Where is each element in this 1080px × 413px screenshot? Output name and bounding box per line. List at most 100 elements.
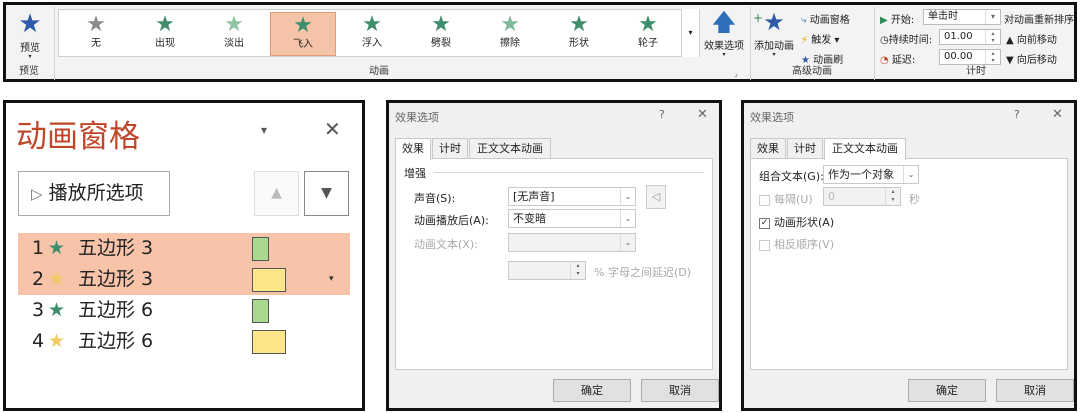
item-name: 五边形 3 — [78, 268, 154, 290]
move-down-button[interactable]: ▼ — [304, 171, 349, 216]
effect-options-dialog-text: 效果选项 ? ✕ 效果 计时 正文文本动画 组合文本(G): 作为一个对象 ⌄ 每… — [741, 100, 1077, 411]
section-enhancements: 增强 — [404, 167, 426, 180]
star-fly-icon: ★ — [293, 13, 313, 38]
group-label-timing: 计时 — [966, 66, 986, 77]
spin-arrows-icon: ▴ ▾ — [570, 262, 585, 279]
tab-body: 增强 声音(S): [无声音] ⌄ ◁ 动画播放后(A): 不变暗 ⌄ 动画文本(X… — [395, 158, 713, 370]
cancel-button[interactable]: 取消 — [641, 379, 719, 402]
trigger-button[interactable]: ⚡ 触发 ▾ — [801, 31, 839, 46]
star-wipe-icon: ★ — [500, 12, 520, 37]
timeline-bar — [252, 299, 269, 323]
chevron-down-icon: ▾ — [722, 51, 726, 58]
animation-list-item[interactable]: 4 ★ 五边形 6 — [18, 326, 350, 357]
chevron-down-icon: ⌄ — [903, 166, 918, 183]
spin-arrows-icon: ▴ ▾ — [985, 30, 1000, 44]
effect-star-icon: ★ — [48, 237, 66, 259]
dialog-launcher-icon[interactable]: ⌟ — [734, 69, 738, 78]
play-selected-button[interactable]: ▷ 播放所选项 — [18, 171, 170, 216]
effect-star-icon: ★ — [48, 330, 66, 352]
gallery-item-4[interactable]: ★ 浮入 — [339, 12, 405, 56]
duration-label: ◷持续时间: — [880, 35, 933, 46]
close-icon[interactable]: ✕ — [324, 117, 341, 141]
gallery-item-1[interactable]: ★ 出现 — [132, 12, 198, 56]
animation-list-item[interactable]: 1 ★ 五边形 3 — [18, 233, 350, 264]
add-star-icon: ★ + — [753, 8, 785, 36]
ok-button[interactable]: 确定 — [553, 379, 631, 402]
animate-shape-checkbox[interactable]: ✓ 动画形状(A) — [759, 214, 834, 230]
animate-text-label: 动画文本(X): — [414, 238, 478, 251]
star-fade-icon: ★ — [224, 12, 244, 37]
animate-text-select[interactable]: ⌄ — [508, 233, 636, 252]
sound-select[interactable]: [无声音] ⌄ — [508, 187, 636, 206]
tab-timing[interactable]: 计时 — [787, 138, 823, 159]
animation-pane-button[interactable]: ⤷ 动画窗格 — [801, 11, 850, 26]
ok-button[interactable]: 确定 — [908, 379, 986, 402]
animation-list-item[interactable]: 3 ★ 五边形 6 — [18, 295, 350, 326]
timeline-bar — [252, 330, 286, 354]
gallery-item-5[interactable]: ★ 劈裂 — [408, 12, 474, 56]
animations-ribbon: ★ 预览 ▾ 预览 ★ 无 ★ 出现 ★ 淡出 ★ 飞入 ★ 浮入 ★ 劈裂 ★ 擦除 ★ 形状 ★ 轮子 ▾ 动… — [3, 2, 1077, 82]
item-number: 2 — [32, 268, 45, 290]
every-checkbox[interactable]: 每隔(U) — [759, 191, 813, 207]
spin-arrows-icon: ▴ ▾ — [885, 188, 900, 205]
animation-pane-icon: ⤷ — [801, 15, 807, 26]
chevron-down-icon: ⌄ — [620, 188, 635, 205]
gallery-item-3[interactable]: ★ 飞入 — [270, 12, 336, 56]
gallery-item-0[interactable]: ★ 无 — [63, 12, 129, 56]
gallery-more-button[interactable]: ▾ — [681, 9, 699, 57]
close-icon[interactable]: ✕ — [697, 107, 708, 122]
tab-text-animation[interactable]: 正文文本动画 — [469, 138, 551, 159]
gallery-item-label: 轮子 — [638, 38, 658, 49]
help-icon[interactable]: ? — [659, 108, 665, 121]
every-spinner[interactable]: 0 ▴ ▾ — [823, 187, 901, 206]
item-name: 五边形 3 — [78, 237, 154, 259]
gallery-item-2[interactable]: ★ 淡出 — [201, 12, 267, 56]
speaker-icon[interactable]: ◁ — [646, 185, 666, 209]
tab-timing[interactable]: 计时 — [432, 138, 468, 159]
item-number: 3 — [32, 299, 45, 321]
item-menu-icon[interactable]: ▾ — [329, 274, 334, 284]
preview-star-icon: ★ — [18, 9, 42, 39]
tab-effect[interactable]: 效果 — [750, 138, 786, 159]
preview-button[interactable]: ★ 预览 ▾ — [10, 9, 50, 63]
letter-delay-spinner[interactable]: ▴ ▾ — [508, 261, 586, 280]
timeline-bar — [252, 268, 286, 292]
gallery-item-8[interactable]: ★ 轮子 — [615, 12, 681, 56]
gallery-item-label: 无 — [91, 38, 101, 49]
gallery-item-6[interactable]: ★ 擦除 — [477, 12, 543, 56]
star-none-icon: ★ — [86, 12, 106, 37]
duration-spinner[interactable]: 01.00 ▴ ▾ — [939, 29, 1001, 45]
chevron-down-icon: ▾ — [772, 51, 776, 58]
group-label-advanced: 高级动画 — [792, 66, 832, 77]
chevron-down-icon: ⌄ — [620, 210, 635, 227]
group-label-animation: 动画 — [369, 66, 389, 77]
pane-title: 动画窗格 — [16, 119, 140, 155]
star-split-icon: ★ — [431, 12, 451, 37]
gallery-item-label: 擦除 — [500, 38, 520, 49]
animation-pane: 动画窗格 ▾ ✕ ▷ 播放所选项 ▲ ▼ 1 ★ 五边形 3 2 ★ 五边形 3 3 ★ 五边形… — [3, 100, 365, 411]
move-earlier-button[interactable]: ▲ 向前移动 — [1006, 31, 1057, 46]
tab-text-animation[interactable]: 正文文本动画 — [824, 138, 906, 160]
start-select[interactable]: 单击时 ▾ — [923, 9, 1001, 25]
divider — [750, 7, 751, 80]
pane-menu-icon[interactable]: ▾ — [261, 123, 267, 137]
arrow-up-icon: 🡅 — [711, 8, 737, 36]
gallery-item-7[interactable]: ★ 形状 — [546, 12, 612, 56]
reverse-order-checkbox[interactable]: 相反顺序(V) — [759, 236, 834, 252]
tab-effect[interactable]: 效果 — [395, 138, 431, 160]
group-text-select[interactable]: 作为一个对象 ⌄ — [823, 165, 919, 184]
help-icon[interactable]: ? — [1014, 108, 1020, 121]
effect-options-button[interactable]: 🡅 效果选项 ▾ — [702, 7, 746, 65]
effect-options-dialog-effect: 效果选项 ? ✕ 效果 计时 正文文本动画 增强 声音(S): [无声音] ⌄ ◁… — [386, 100, 722, 411]
gallery-item-label: 形状 — [569, 38, 589, 49]
cancel-button[interactable]: 取消 — [996, 379, 1074, 402]
move-up-button[interactable]: ▲ — [254, 171, 299, 216]
after-animation-select[interactable]: 不变暗 ⌄ — [508, 209, 636, 228]
checkbox-icon — [759, 239, 770, 251]
item-number: 1 — [32, 237, 45, 259]
close-icon[interactable]: ✕ — [1052, 107, 1063, 122]
lightning-icon: ⚡ — [801, 35, 809, 46]
seconds-label: 秒 — [909, 193, 920, 206]
animation-list-item[interactable]: 2 ★ 五边形 3 — [18, 264, 350, 295]
add-animation-button[interactable]: ★ + 添加动画 ▾ — [752, 7, 796, 65]
